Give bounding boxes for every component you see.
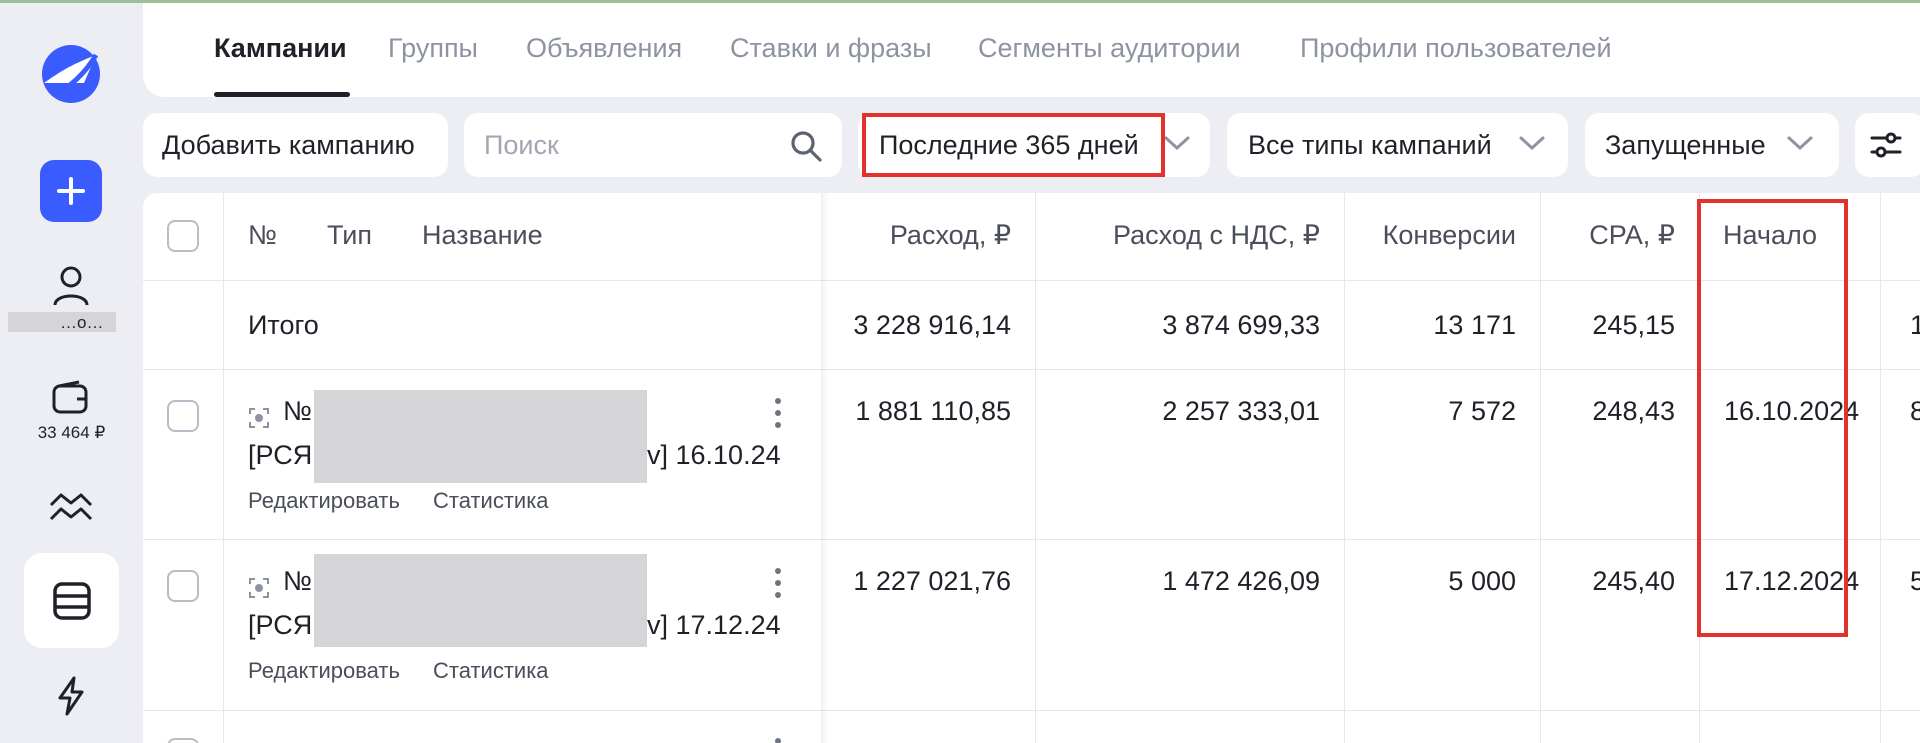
row-spend: 1 227 021,76 [853,566,1011,596]
header-name[interactable]: Название [422,220,543,251]
active-tab-underline [214,92,350,97]
row-next-column-value: 5 [1910,566,1920,596]
statistics-waves-icon[interactable] [46,481,96,531]
campaign-types-select[interactable]: Все типы кампаний [1227,113,1568,177]
chevron-down-icon [1787,136,1813,151]
column-divider [223,193,224,743]
tab-bids-phrases[interactable]: Ставки и фразы [730,33,932,64]
campaign-name-start[interactable]: [РСЯ [248,610,312,641]
header-spend-vat[interactable]: Расход с НДС, ₽ [1048,220,1320,251]
column-divider [1540,193,1541,743]
row-divider [143,710,1920,711]
column-divider [1880,193,1881,743]
tab-ads[interactable]: Объявления [526,33,682,64]
row-spend: 1 881 110,85 [855,396,1011,426]
campaign-number[interactable]: № [283,396,312,427]
table-icon [52,581,91,620]
user-label: …о… [60,313,104,332]
frozen-column-shadow [821,193,829,743]
tab-user-profiles[interactable]: Профили пользователей [1300,33,1612,64]
filter-settings-button[interactable] [1855,113,1920,177]
redacted-campaign-name [314,554,647,647]
lightning-icon[interactable] [46,671,96,721]
create-button[interactable] [40,160,102,222]
row-divider [143,280,1920,281]
user-icon[interactable] [46,261,96,311]
header-cpa[interactable]: CPA, ₽ [1553,220,1675,251]
total-conversions: 13 171 [1433,310,1516,340]
row-divider [143,539,1920,540]
sliders-icon [1870,132,1902,158]
total-spend-vat: 3 874 699,33 [1162,310,1320,340]
campaign-types-label: Все типы кампаний [1248,129,1492,160]
more-options-icon[interactable] [774,568,782,604]
row-cpa: 248,43 [1592,396,1675,426]
row-next-column-value: 8 [1910,396,1920,426]
more-options-icon[interactable] [774,738,782,743]
tab-audience-segments[interactable]: Сегменты аудитории [978,33,1241,64]
row-checkbox[interactable] [167,400,199,432]
row-spend-vat: 2 257 333,01 [1162,396,1320,426]
chevron-down-icon [1519,136,1545,151]
row-conversions: 5 000 [1448,566,1516,596]
row-divider [143,369,1920,370]
campaign-type-icon [249,578,269,598]
campaign-name-end[interactable]: v] 16.10.24 [647,440,781,471]
row-spend-vat: 1 472 426,09 [1162,566,1320,596]
row-cpa: 245,40 [1592,566,1675,596]
start-column-highlight-frame [1697,199,1848,637]
campaigns-nav-item[interactable] [24,553,119,648]
campaigns-table: № Тип Название Расход, ₽ Расход с НДС, ₽… [143,193,1920,743]
total-next-column-value: 1 [1910,310,1920,340]
search-icon[interactable] [789,129,823,163]
campaign-name-start[interactable]: [РСЯ [248,440,312,471]
direct-logo-icon[interactable] [40,43,102,105]
wallet-icon[interactable] [46,373,96,423]
status-label: Запущенные [1605,129,1766,160]
status-select[interactable]: Запущенные [1585,113,1839,177]
header-num[interactable]: № [248,220,277,251]
edit-link[interactable]: Редактировать [248,488,400,514]
row-checkbox[interactable] [167,570,199,602]
edit-link[interactable]: Редактировать [248,658,400,684]
statistics-link[interactable]: Статистика [433,488,549,514]
tab-campaigns[interactable]: Кампании [214,33,347,64]
header-type[interactable]: Тип [327,220,372,251]
select-all-checkbox[interactable] [167,220,199,252]
campaign-name-end[interactable]: v] 17.12.24 [647,610,781,641]
campaign-type-icon [249,408,269,428]
header-conversions[interactable]: Конверсии [1358,220,1516,251]
row-conversions: 7 572 [1448,396,1516,426]
chevron-down-icon [1164,136,1190,151]
tabs-bar: Кампании Группы Объявления Ставки и фраз… [143,3,1920,97]
total-label: Итого [248,310,319,340]
wallet-balance: 33 464 ₽ [37,423,106,442]
tab-groups[interactable]: Группы [388,33,478,64]
search-input[interactable]: Поиск [464,113,842,177]
period-highlight-frame [862,113,1165,177]
left-rail: …о… 33 464 ₽ [0,3,143,743]
total-spend: 3 228 916,14 [853,310,1011,340]
add-campaign-label: Добавить кампанию [162,129,415,160]
total-cpa: 245,15 [1592,310,1675,340]
plus-icon [57,177,85,205]
statistics-link[interactable]: Статистика [433,658,549,684]
column-divider [1344,193,1345,743]
header-spend[interactable]: Расход, ₽ [843,220,1011,251]
column-divider [1035,193,1036,743]
more-options-icon[interactable] [774,398,782,434]
search-placeholder: Поиск [484,129,559,160]
campaign-number[interactable]: № [283,566,312,597]
redacted-campaign-name [314,390,647,483]
add-campaign-button[interactable]: Добавить кампанию [143,113,448,177]
row-checkbox[interactable] [167,738,199,743]
